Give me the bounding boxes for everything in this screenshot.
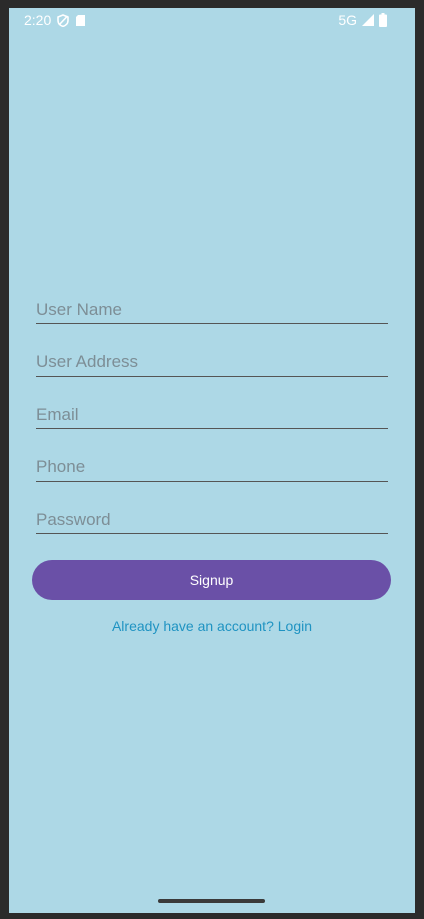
signal-icon — [362, 14, 374, 26]
sd-card-icon — [75, 14, 86, 27]
status-right: 5G — [338, 12, 387, 28]
app-screen: 2:20 5G User Name User Address Email Pho… — [9, 8, 415, 913]
battery-icon — [379, 13, 387, 27]
login-link[interactable]: Already have an account? Login — [9, 618, 415, 634]
email-input[interactable] — [36, 401, 388, 429]
status-bar: 2:20 5G — [9, 8, 415, 32]
status-left: 2:20 — [24, 12, 86, 28]
signup-button[interactable]: Signup — [32, 560, 391, 600]
password-input[interactable] — [36, 506, 388, 534]
phone-input[interactable] — [36, 453, 388, 482]
user-name-input[interactable] — [36, 296, 388, 324]
user-name-field-wrapper — [36, 296, 388, 349]
email-field-wrapper — [36, 401, 388, 454]
network-type: 5G — [338, 12, 357, 28]
user-address-field-wrapper — [36, 348, 388, 402]
phone-field-wrapper — [36, 453, 388, 507]
status-time: 2:20 — [24, 12, 52, 28]
password-field-wrapper — [36, 506, 388, 559]
signup-form — [36, 296, 388, 559]
user-address-input[interactable] — [36, 348, 388, 377]
shield-off-icon — [57, 13, 70, 27]
device-frame: 2:20 5G User Name User Address Email Pho… — [0, 0, 424, 919]
home-indicator[interactable] — [158, 899, 265, 903]
